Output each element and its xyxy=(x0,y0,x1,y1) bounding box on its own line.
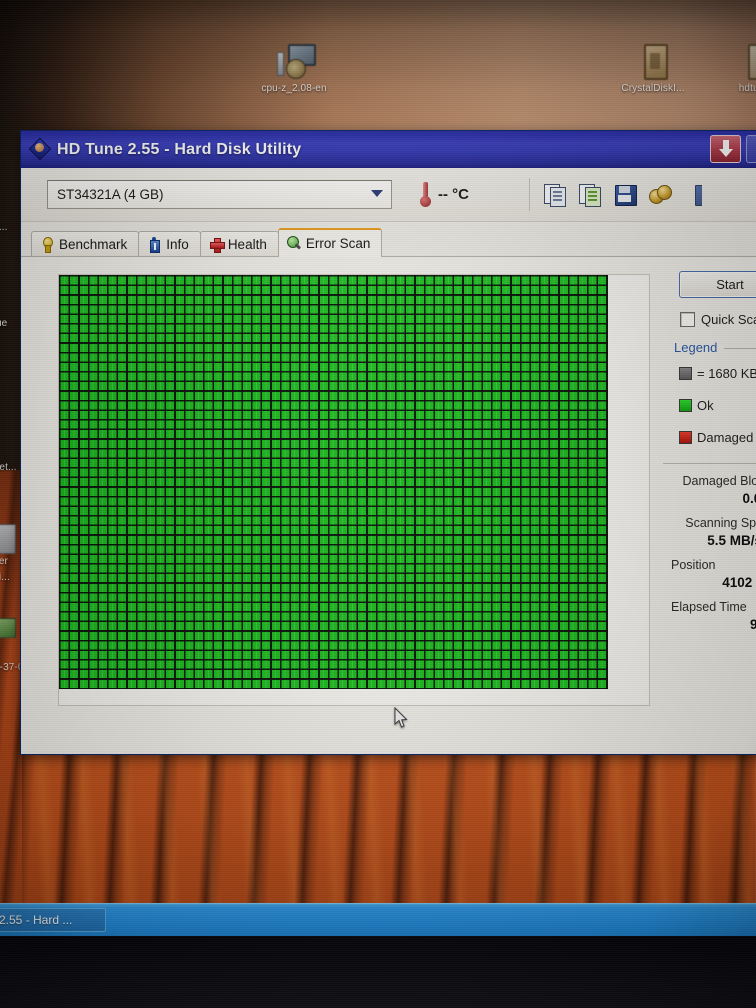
legend-label: Ok xyxy=(697,398,714,413)
cpu-z-icon xyxy=(274,42,316,80)
quick-scan-option[interactable]: Quick Scan xyxy=(680,312,756,327)
minimize-button[interactable] xyxy=(746,135,756,163)
clipped-toolbar-icon[interactable] xyxy=(694,183,702,206)
magnifier-icon xyxy=(286,236,301,251)
block-size-swatch-icon xyxy=(679,367,692,380)
window-title: HD Tune 2.55 - Hard Disk Utility xyxy=(57,140,302,158)
damaged-swatch-icon xyxy=(679,431,692,444)
toolbar-divider xyxy=(529,178,530,211)
taskbar-button-hdtune[interactable]: 2.55 - Hard ... xyxy=(0,908,106,932)
hd-tune-window: HD Tune 2.55 - Hard Disk Utility ST34321… xyxy=(20,130,756,755)
taskbar-button-label: 2.55 - Hard ... xyxy=(0,913,73,927)
scan-grid-frame xyxy=(58,274,650,706)
copy-details-icon[interactable] xyxy=(579,183,602,207)
crystaldiskinfo-icon xyxy=(633,42,673,80)
drive-select-value: ST34321A (4 GB) xyxy=(57,187,164,202)
desktop-icon-label: cpu-z_2.08-en xyxy=(261,83,327,94)
legend-label: = 1680 KB xyxy=(697,366,756,381)
stat-position: Position 4102 MB xyxy=(661,558,756,590)
desktop-icon-crystaldiskinfo[interactable]: CrystalDiskI... xyxy=(606,42,700,94)
info-icon xyxy=(147,237,161,253)
stat-label: Damaged Blocks xyxy=(682,474,756,488)
save-icon[interactable] xyxy=(614,183,637,206)
stat-elapsed-time: Elapsed Time 9:16 xyxy=(661,600,756,632)
ok-swatch-icon xyxy=(679,399,692,412)
tab-error-scan[interactable]: Error Scan xyxy=(277,228,383,257)
legend-row-block-size: = 1680 KB xyxy=(679,366,756,381)
tab-info[interactable]: Info xyxy=(138,231,201,257)
taskbar: 2.55 - Hard ... xyxy=(0,903,756,936)
desktop-icon-clipped-6-glyph[interactable] xyxy=(0,614,18,640)
stat-label: Elapsed Time xyxy=(671,600,747,614)
sidebar-divider xyxy=(663,463,756,464)
temperature-value: -- °C xyxy=(438,186,469,203)
error-scan-sidebar: Start Quick Scan Legend = 1680 KB Ok xyxy=(661,271,756,632)
quick-scan-label: Quick Scan xyxy=(701,312,756,327)
desktop-icon-label: hdtu... xyxy=(738,83,756,94)
toolbar-icon-group xyxy=(544,183,702,207)
monitor-bezel xyxy=(0,930,756,1008)
stat-value: 4102 MB xyxy=(722,575,756,590)
temperature-display: -- °C xyxy=(419,182,469,207)
tab-bar: Benchmark Info Health Error Scan xyxy=(31,228,756,257)
tab-benchmark[interactable]: Benchmark xyxy=(31,231,140,257)
legend-title: Legend xyxy=(674,340,756,355)
desktop-icon-clipped-4-glyph[interactable] xyxy=(0,520,18,554)
desktop-icon-cpu-z[interactable]: cpu-z_2.08-en xyxy=(247,42,341,94)
red-cross-icon xyxy=(209,237,225,253)
quick-scan-checkbox[interactable] xyxy=(680,312,695,327)
window-controls xyxy=(710,135,756,163)
legend-row-damaged: Damaged xyxy=(679,430,756,445)
stat-label: Scanning Speed xyxy=(685,516,756,530)
download-arrow-button[interactable] xyxy=(710,135,741,163)
hdtune-app-icon xyxy=(28,137,52,161)
wallpaper-dune-highlights xyxy=(0,740,756,930)
bulb-icon xyxy=(40,237,54,253)
thermometer-icon xyxy=(419,182,431,207)
desktop-icon-label: CrystalDiskI... xyxy=(621,83,685,94)
mouse-cursor xyxy=(394,707,408,728)
tab-label: Health xyxy=(227,237,267,252)
copy-icon[interactable] xyxy=(544,183,567,207)
stat-value: 9:16 xyxy=(661,617,756,632)
start-button-label: Start xyxy=(716,277,744,292)
legend-row-ok: Ok xyxy=(679,398,756,413)
start-scan-button[interactable]: Start xyxy=(679,271,756,298)
tab-label: Info xyxy=(166,237,189,252)
tab-label: Error Scan xyxy=(305,236,371,251)
chevron-down-icon xyxy=(371,190,383,197)
desktop-icon-hdtune[interactable]: hdtu... xyxy=(706,42,756,94)
stat-scanning-speed: Scanning Speed 5.5 MB/sec xyxy=(661,516,756,548)
monitor-photo: cpu-z_2.08-en CrystalDiskI... hdtu... r.… xyxy=(0,0,756,1008)
legend-label: Damaged xyxy=(697,430,754,445)
stat-damaged-blocks: Damaged Blocks 0.0 % xyxy=(661,474,756,506)
scan-block-grid[interactable] xyxy=(59,275,608,689)
drive-select-dropdown[interactable]: ST34321A (4 GB) xyxy=(47,180,392,209)
stat-label: Position xyxy=(671,558,716,572)
window-toolbar: ST34321A (4 GB) -- °C xyxy=(21,168,756,222)
window-title-bar[interactable]: HD Tune 2.55 - Hard Disk Utility xyxy=(21,131,756,168)
generic-shortcut-icon xyxy=(0,520,18,558)
hdtune-icon xyxy=(733,42,756,80)
stat-value: 5.5 MB/sec xyxy=(707,533,756,548)
stat-value: 0.0 % xyxy=(742,491,756,506)
coins-icon[interactable] xyxy=(649,183,672,206)
generic-shortcut-icon xyxy=(0,614,18,638)
tab-label: Benchmark xyxy=(59,237,128,252)
error-scan-panel: Start Quick Scan Legend = 1680 KB Ok xyxy=(21,256,756,754)
tab-health[interactable]: Health xyxy=(199,231,279,257)
